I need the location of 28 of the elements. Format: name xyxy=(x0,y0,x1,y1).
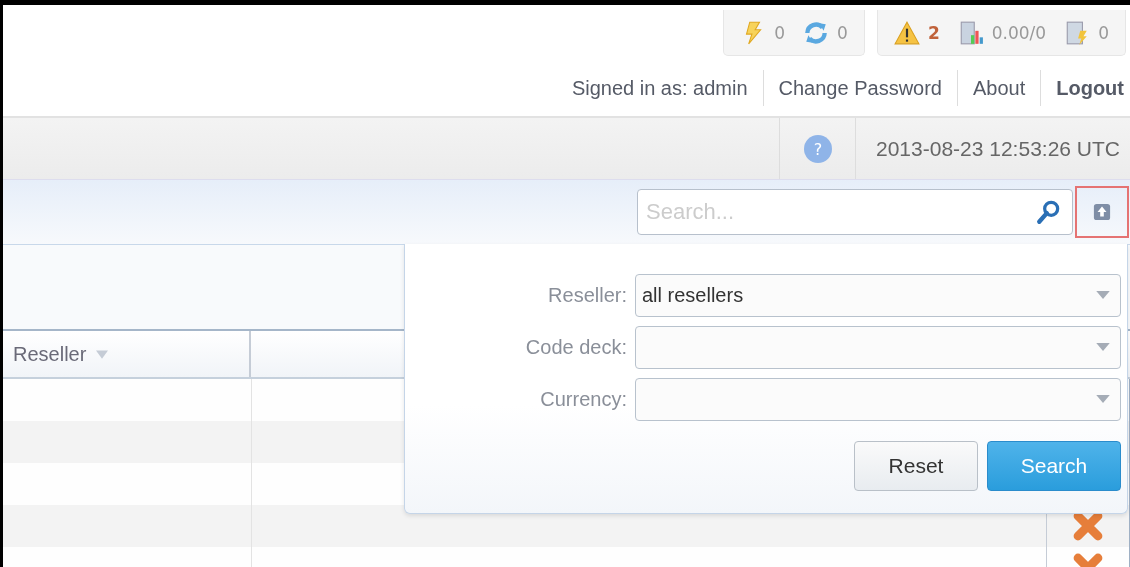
status-count: 0 xyxy=(837,22,848,43)
delete-icon[interactable] xyxy=(1073,511,1103,541)
field-label: Currency: xyxy=(540,387,627,411)
field-label: Code deck: xyxy=(525,335,627,359)
arrow-up-icon xyxy=(1093,203,1111,221)
status-count: 0 xyxy=(774,22,786,43)
caret-icon xyxy=(1096,342,1110,352)
status-count: 2 xyxy=(927,22,940,43)
sort-icon[interactable] xyxy=(96,348,109,360)
status-count: 0.00/0 xyxy=(991,22,1047,43)
caret-icon xyxy=(1096,290,1110,300)
status-count: 0 xyxy=(1098,22,1109,43)
sync-icon[interactable] xyxy=(803,19,830,46)
dropdown-field[interactable]: all resellers xyxy=(635,273,1121,317)
reset-button[interactable]: Reset xyxy=(854,441,978,491)
dropdown-field[interactable] xyxy=(635,377,1121,421)
logout-link[interactable]: Logout xyxy=(1040,70,1130,106)
search-icon[interactable] xyxy=(1036,199,1062,225)
field-label: Reseller: xyxy=(548,283,627,307)
caret-icon xyxy=(1096,394,1110,404)
signed-in-text: Signed in as: admin xyxy=(570,76,749,101)
header-link[interactable]: Change Password xyxy=(762,70,957,106)
collapse-button[interactable] xyxy=(1075,186,1129,238)
header-link[interactable]: About xyxy=(957,70,1041,106)
warning-icon[interactable] xyxy=(893,19,920,46)
datetime-text: 2013-08-23 12:53:26 UTC xyxy=(875,136,1121,161)
dropdown-field[interactable] xyxy=(635,325,1121,369)
column-header[interactable]: Reseller xyxy=(3,331,251,377)
